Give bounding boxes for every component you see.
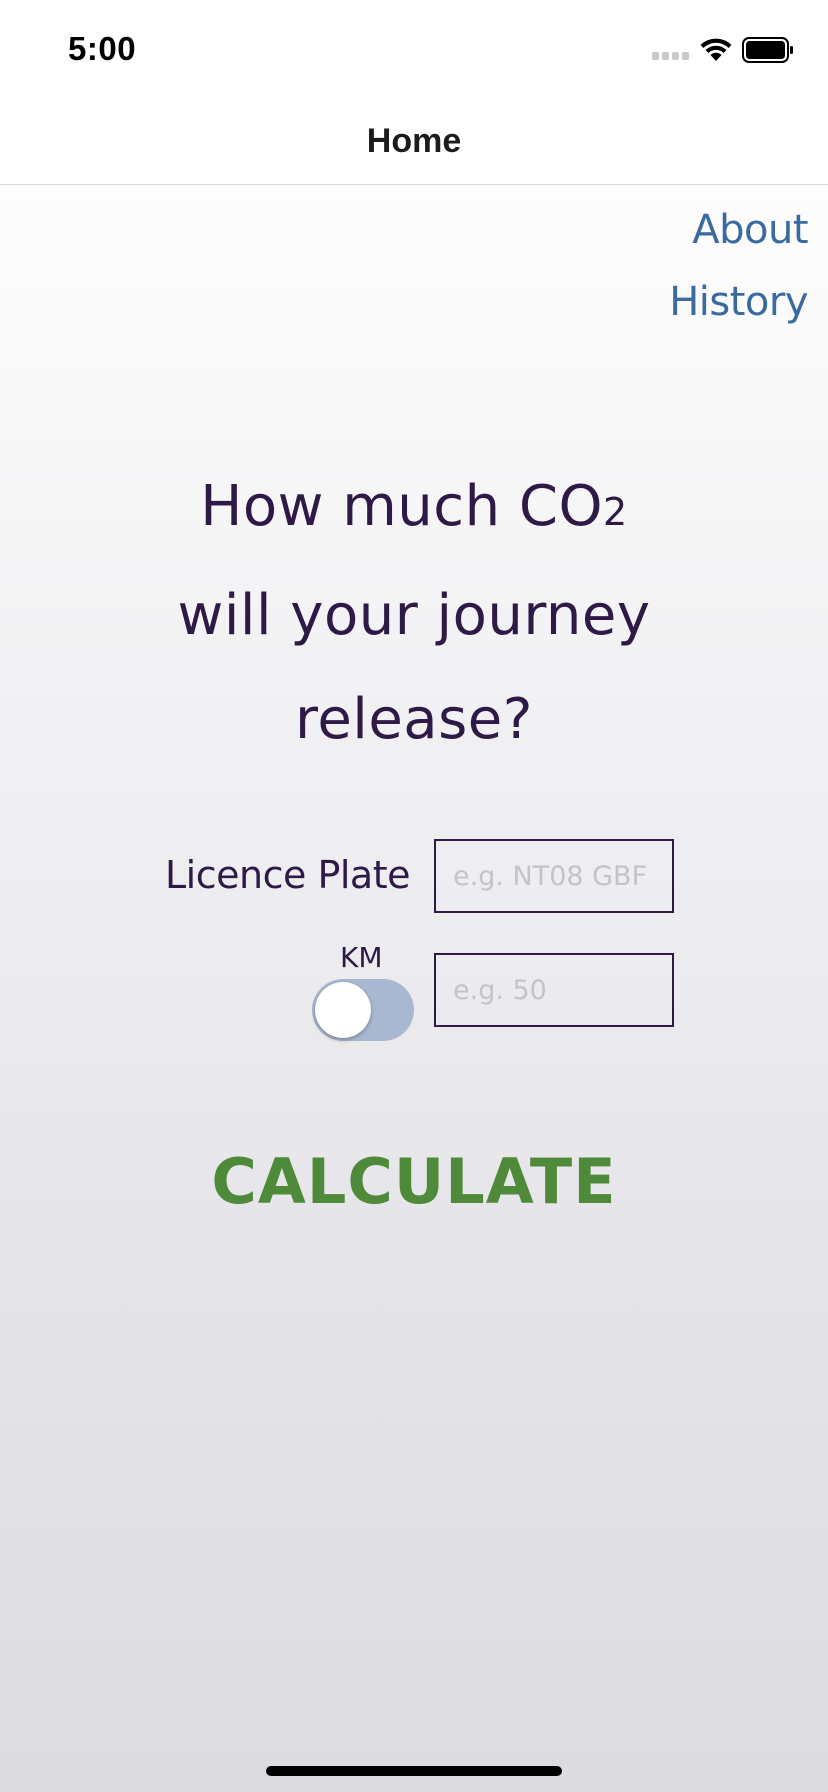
- main-content: About History How much CO2 will your jou…: [0, 185, 828, 1792]
- history-link[interactable]: History: [669, 279, 808, 325]
- headline: How much CO2 will your journey release?: [0, 455, 828, 772]
- cellular-signal-icon: [652, 52, 692, 62]
- distance-field[interactable]: [434, 953, 674, 1027]
- licence-plate-label: Licence Plate: [165, 853, 410, 897]
- battery-icon: [742, 37, 793, 63]
- licence-plate-input[interactable]: [436, 841, 672, 911]
- km-label: KM: [340, 941, 383, 974]
- toggle-knob: [315, 982, 371, 1038]
- wifi-icon: [700, 38, 732, 61]
- about-link[interactable]: About: [692, 207, 808, 253]
- calculate-button[interactable]: CALCULATE: [0, 1145, 828, 1218]
- status-time: 5:00: [68, 30, 137, 67]
- headline-line-3: release?: [295, 687, 533, 752]
- km-unit-toggle[interactable]: [312, 979, 414, 1041]
- headline-line-2: will your journey: [177, 583, 651, 648]
- headline-line-1: How much CO2: [0, 455, 828, 564]
- licence-plate-field[interactable]: [434, 839, 674, 913]
- navigation-bar: Home: [0, 100, 828, 185]
- headline-subscript: 2: [603, 490, 628, 534]
- page-title: Home: [366, 122, 462, 160]
- home-indicator[interactable]: [266, 1766, 562, 1776]
- headline-line-1-text: How much CO: [200, 474, 604, 539]
- status-bar: 5:00: [0, 0, 828, 100]
- distance-input[interactable]: [436, 955, 672, 1025]
